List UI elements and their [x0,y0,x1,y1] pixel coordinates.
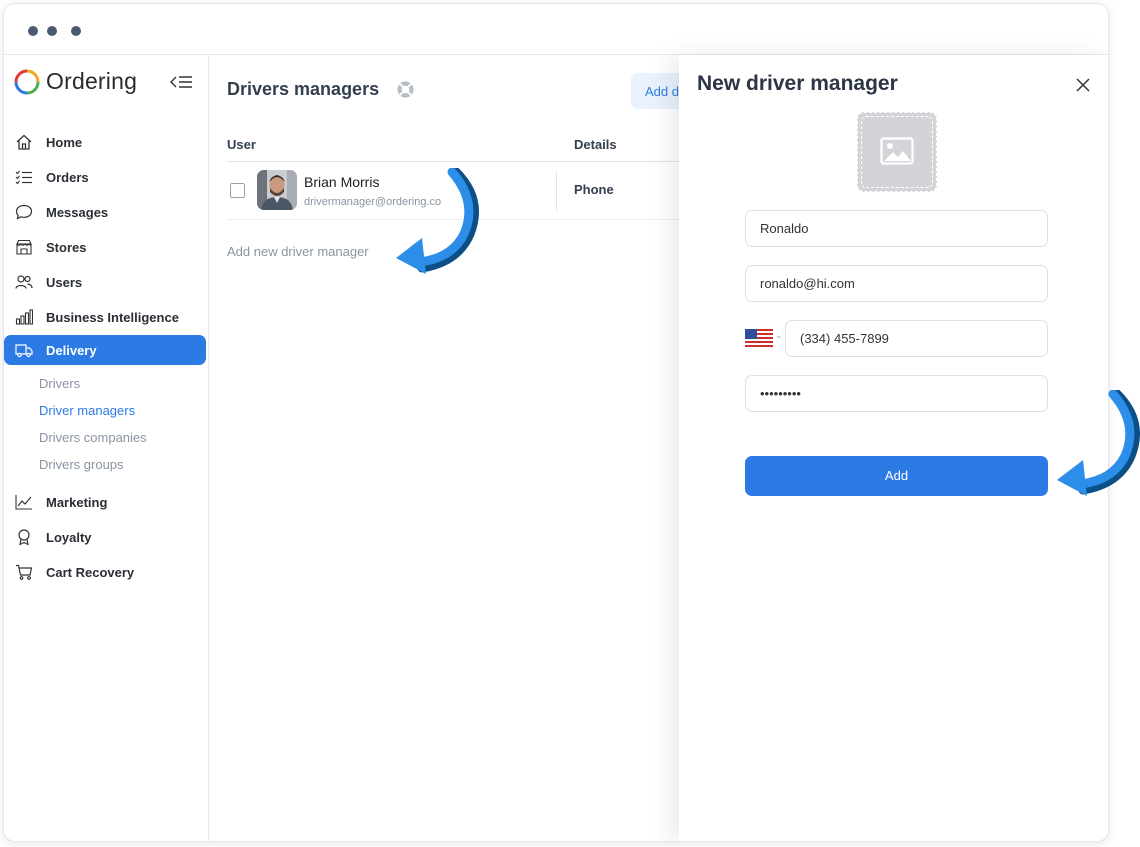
award-icon [18,529,30,545]
sidebar-item-label: Loyalty [46,530,92,545]
name-input[interactable]: Ronaldo [745,210,1048,247]
phone-input[interactable]: (334) 455-7899 [785,320,1048,357]
close-icon[interactable] [1074,76,1092,94]
sidebar-subitem-drivers-companies[interactable]: Drivers companies [39,430,147,445]
sidebar-item-stores[interactable]: Stores [4,232,206,262]
sidebar-item-label: Users [46,275,83,290]
users-icon [15,275,33,289]
home-icon [16,134,32,150]
sidebar-subitem-drivers[interactable]: Drivers [39,376,80,391]
window-dot [28,26,38,36]
new-driver-manager-panel: New driver manager Ronaldo ronaldo@hi.co… [679,55,1108,841]
sidebar-subitem-driver-managers[interactable]: Driver managers [39,403,135,418]
sidebar-item-label: Stores [46,240,87,255]
title-bar [4,4,1108,55]
add-new-driver-manager-link[interactable]: Add new driver manager [227,244,369,259]
details-phone: Phone [574,182,614,197]
image-placeholder-icon [880,137,914,165]
cell-divider [556,171,557,212]
user-name: Brian Morris [304,174,380,190]
help-lifebuoy-icon[interactable] [396,80,415,99]
sidebar-item-loyalty[interactable]: Loyalty [4,522,206,552]
password-input[interactable]: ••••••••• [745,375,1048,412]
pointer-arrow-icon [396,168,479,274]
sidebar-item-label: Home [46,135,83,150]
window-dot [71,26,81,36]
sidebar-item-label: Business Intelligence [46,310,179,325]
truck-icon [15,344,33,358]
sidebar-item-label: Delivery [46,343,97,358]
pointer-arrow-icon [1057,390,1140,496]
shop-icon [16,239,32,255]
sidebar-item-cart-recovery[interactable]: Cart Recovery [4,557,206,587]
sidebar-item-delivery[interactable]: Delivery [4,335,206,365]
sidebar-subitem-drivers-groups[interactable]: Drivers groups [39,457,124,472]
logo[interactable]: Ordering [14,68,137,95]
chevron-down-icon: ⌄ [775,330,783,340]
bar-chart-icon [15,309,33,325]
sidebar-item-label: Messages [46,205,109,220]
row-checkbox[interactable] [230,183,245,198]
page-title: Drivers managers [227,79,380,99]
collapse-menu-icon [170,76,192,88]
trend-icon [15,495,32,510]
cart-icon [16,564,33,580]
column-header-user: User [227,137,256,152]
panel-title: New driver manager [697,72,898,95]
sidebar-item-business-intelligence[interactable]: Business Intelligence [4,302,206,332]
window-dot [47,26,57,36]
brand-name: Ordering [46,68,138,94]
table-header-divider [227,161,687,162]
sidebar-item-home[interactable]: Home [4,127,206,157]
chat-icon [15,204,33,220]
sidebar-item-label: Orders [46,170,89,185]
list-icon [15,170,32,185]
sidebar-item-messages[interactable]: Messages [4,197,206,227]
avatar [257,170,297,210]
column-header-details: Details [574,137,617,152]
us-flag-icon [745,329,773,347]
sidebar-item-label: Marketing [46,495,108,510]
sidebar-item-orders[interactable]: Orders [4,162,206,192]
sidebar-item-marketing[interactable]: Marketing [4,487,206,517]
sidebar-item-users[interactable]: Users [4,267,206,297]
ordering-logo-icon [14,69,40,94]
collapse-sidebar-button[interactable] [170,74,196,94]
email-input[interactable]: ronaldo@hi.com [745,265,1048,302]
add-button[interactable]: Add [745,456,1048,496]
sidebar-item-label: Cart Recovery [46,565,135,580]
sidebar: Ordering Home Orders Messages Stores Use… [4,55,209,841]
app-window: Ordering Home Orders Messages Stores Use… [3,3,1109,842]
photo-upload[interactable] [857,112,937,192]
